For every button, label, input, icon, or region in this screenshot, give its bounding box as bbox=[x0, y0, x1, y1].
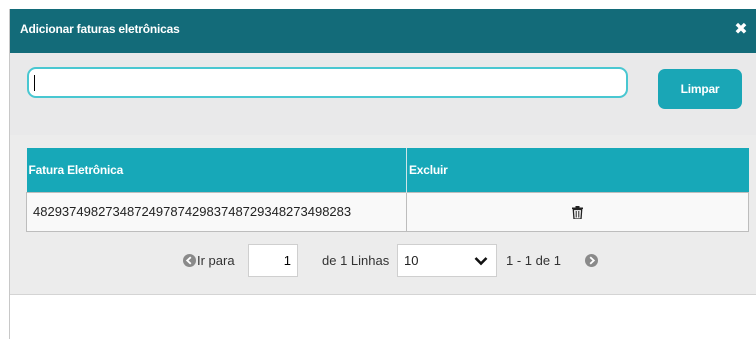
chevron-down-icon bbox=[474, 257, 488, 266]
search-area: Limpar bbox=[10, 53, 756, 135]
invoice-search-input[interactable] bbox=[27, 67, 628, 98]
close-button[interactable]: ✖ bbox=[733, 21, 749, 39]
background-top bbox=[0, 0, 756, 9]
add-invoices-modal: Adicionar faturas eletrônicas ✖ Limpar F… bbox=[9, 9, 756, 339]
rows-per-page-select[interactable]: 10 bbox=[397, 244, 497, 277]
table-header-row: Fatura Eletrônica Excluir bbox=[26, 148, 749, 192]
goto-page-label: Ir para bbox=[197, 253, 235, 268]
trash-icon[interactable] bbox=[572, 206, 583, 220]
pager: Ir para de 1 Linhas 10 1 - 1 de 1 bbox=[10, 241, 756, 277]
background-left bbox=[0, 9, 9, 339]
modal-title: Adicionar faturas eletrônicas bbox=[20, 22, 180, 36]
invoice-number: 4829374982734872497874298374872934827349… bbox=[33, 204, 352, 219]
page-number-input[interactable] bbox=[248, 244, 298, 277]
close-icon: ✖ bbox=[734, 21, 748, 38]
records-range-label: 1 - 1 de 1 bbox=[506, 253, 561, 268]
invoice-number-cell: 4829374982734872497874298374872934827349… bbox=[26, 191, 407, 232]
delete-cell bbox=[406, 191, 749, 232]
total-pages-label: de 1 Linhas bbox=[322, 253, 390, 268]
text-cursor bbox=[34, 75, 35, 91]
table-row: 4829374982734872497874298374872934827349… bbox=[26, 191, 749, 232]
invoices-table: Fatura Eletrônica Excluir 48293749827348… bbox=[26, 148, 749, 232]
rows-per-page-value: 10 bbox=[404, 253, 419, 268]
arrow-right-circle-icon[interactable] bbox=[585, 254, 598, 267]
arrow-left-circle-icon[interactable] bbox=[183, 254, 196, 267]
clear-button[interactable]: Limpar bbox=[658, 69, 742, 109]
grid-area: Fatura Eletrônica Excluir 48293749827348… bbox=[10, 135, 756, 295]
column-header-fatura[interactable]: Fatura Eletrônica bbox=[26, 148, 407, 192]
modal-header: Adicionar faturas eletrônicas ✖ bbox=[10, 9, 756, 53]
column-header-excluir[interactable]: Excluir bbox=[406, 148, 749, 192]
